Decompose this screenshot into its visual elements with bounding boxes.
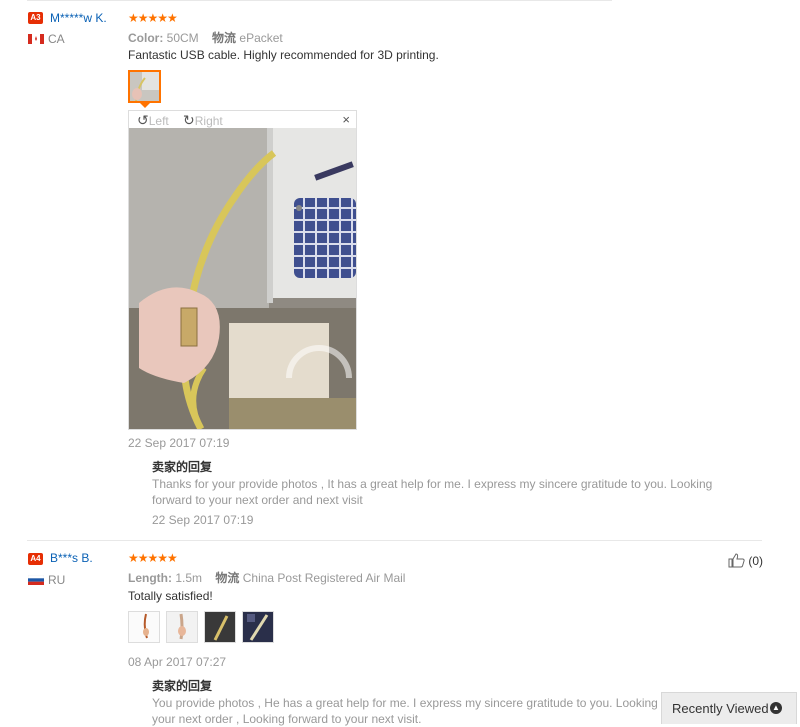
seller-reply-date: 22 Sep 2017 07:19 (152, 513, 254, 527)
rotate-right-button[interactable]: ↻Right (183, 112, 223, 129)
helpful-button[interactable]: (0) (728, 553, 763, 568)
helpful-count: (0) (748, 554, 764, 568)
review-date: 08 Apr 2017 07:27 (128, 655, 227, 669)
rotate-right-label: Right (194, 114, 223, 128)
buyer-name[interactable]: B***s B. (50, 551, 93, 565)
seller-reply-text: You provide photos , He has a great help… (152, 695, 715, 727)
shipping-value: ePacket (239, 31, 283, 45)
review-photo-thumbnail[interactable] (242, 611, 274, 643)
buyer-name[interactable]: M*****w K. (50, 11, 107, 25)
star-rating: ★★★★★ (128, 551, 178, 565)
canada-flag-icon (28, 34, 44, 44)
seller-reply-line: Thanks for your provide photos , It has … (152, 477, 713, 491)
seller-reply-line: forward to your next order and next visi… (152, 493, 363, 507)
recently-viewed-label: Recently Viewed (672, 701, 769, 716)
seller-reply-title: 卖家的回复 (152, 460, 213, 474)
thumbnail-pointer (139, 102, 151, 108)
review-date: 22 Sep 2017 07:19 (128, 436, 230, 450)
review-text: Fantastic USB cable. Highly recommended … (128, 48, 439, 62)
seller-reply-line: You provide photos , He has a great help… (152, 696, 715, 710)
review-photo-thumbnail[interactable] (166, 611, 198, 643)
seller-reply-title: 卖家的回复 (152, 679, 213, 693)
rotate-left-button[interactable]: ↺Left (137, 112, 169, 129)
rotate-right-icon: ↻ (183, 112, 195, 128)
shipping-key: 物流 (212, 31, 237, 45)
seller-reply-line: your next order , Looking forward to you… (152, 712, 422, 726)
review-divider (27, 540, 762, 541)
review-photo-thumbnail[interactable] (128, 70, 161, 103)
order-attributes: Color: 50CM 物流 ePacket (128, 29, 283, 46)
rotate-left-icon: ↺ (137, 112, 149, 128)
rotate-left-label: Left (148, 114, 169, 128)
shipping-value: China Post Registered Air Mail (242, 571, 406, 585)
photo-viewer-toolbar: ↺Left ↻Right × (129, 111, 356, 129)
star-rating: ★★★★★ (128, 11, 178, 25)
chevron-up-icon: ▲ (770, 702, 782, 714)
review-photo-thumbnail[interactable] (204, 611, 236, 643)
attr-key: Length: (128, 571, 172, 585)
order-attributes: Length: 1.5m 物流 China Post Registered Ai… (128, 569, 405, 586)
buyer-level-badge: A4 (28, 553, 43, 565)
country-code: CA (48, 32, 65, 46)
country-code: RU (48, 573, 66, 587)
recently-viewed-button[interactable]: Recently Viewed ▲ (661, 692, 797, 724)
photo-viewer: ↺Left ↻Right × (128, 110, 357, 430)
buyer-level-badge: A3 (28, 12, 43, 24)
attr-value: 1.5m (175, 571, 203, 585)
attr-value: 50CM (166, 31, 199, 45)
review-photo-large (129, 128, 356, 429)
top-divider (27, 0, 612, 1)
review-photo-thumbnail[interactable] (128, 611, 160, 643)
thumbs-up-icon (728, 553, 745, 568)
review-text: Totally satisfied! (128, 589, 213, 603)
close-viewer-button[interactable]: × (342, 112, 350, 127)
seller-reply-text: Thanks for your provide photos , It has … (152, 476, 712, 508)
russia-flag-icon (28, 575, 44, 585)
shipping-key: 物流 (215, 571, 240, 585)
attr-key: Color: (128, 31, 164, 45)
